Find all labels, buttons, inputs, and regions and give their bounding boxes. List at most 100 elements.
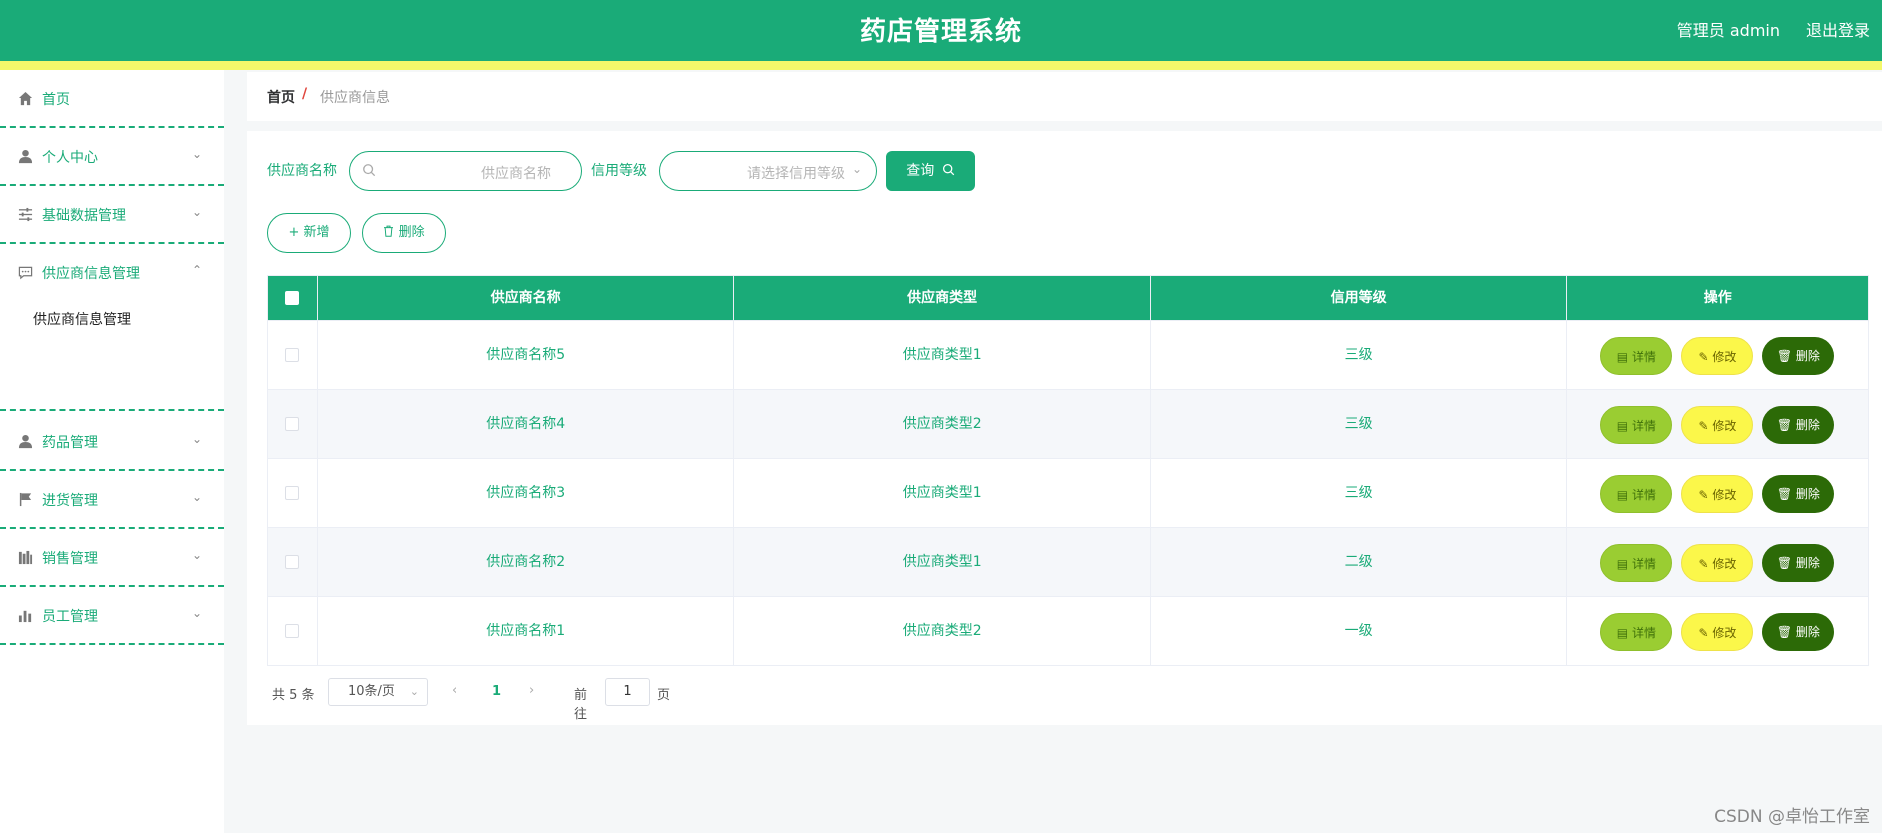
detail-button[interactable]: ▤ 详情 bbox=[1600, 613, 1673, 651]
batch-delete-button[interactable]: 删除 bbox=[362, 213, 446, 253]
supplier-type-cell: 供应商类型1 bbox=[734, 459, 1151, 527]
select-all-cell bbox=[268, 276, 318, 320]
sidebar-item-label: 进货管理 bbox=[42, 493, 98, 509]
credit-level-cell: 三级 bbox=[1151, 390, 1568, 458]
top-bar: 药店管理系统 管理员 admin 退出登录 bbox=[0, 0, 1882, 61]
home-icon bbox=[17, 91, 34, 108]
sidebar-item-supplier[interactable]: 供应商信息管理 ⌃ bbox=[0, 244, 224, 293]
delete-label: 删除 bbox=[1795, 556, 1820, 570]
goto-label: 前往 bbox=[574, 688, 588, 722]
search-icon bbox=[942, 163, 954, 176]
actions-cell: ▤ 详情 ✎ 修改 🗑 删除 bbox=[1567, 459, 1868, 527]
current-user: 管理员 admin bbox=[1676, 21, 1780, 40]
row-checkbox[interactable] bbox=[285, 417, 300, 431]
chevron-down-icon: ⌄ bbox=[851, 162, 862, 176]
sidebar-item-medicine[interactable]: 药品管理 ⌄ bbox=[0, 413, 224, 471]
page-size-select[interactable]: 10条/页 ⌄ bbox=[328, 678, 428, 706]
supplier-type-cell: 供应商类型1 bbox=[734, 528, 1151, 596]
supplier-name-placeholder: 供应商名称 bbox=[481, 166, 551, 182]
breadcrumb-home[interactable]: 首页 bbox=[267, 87, 295, 107]
table-row: 供应商名称5 供应商类型1 三级 ▤ 详情 ✎ 修改 🗑 删除 bbox=[268, 320, 1868, 389]
logout-link[interactable]: 退出登录 bbox=[1806, 17, 1870, 41]
credit-level-cell: 三级 bbox=[1151, 321, 1568, 389]
edit-button[interactable]: ✎ 修改 bbox=[1681, 613, 1754, 651]
page-suffix: 页 bbox=[657, 688, 671, 703]
chevron-down-icon: ⌄ bbox=[409, 685, 419, 698]
sidebar-item-label: 药品管理 bbox=[42, 435, 98, 451]
user-icon bbox=[17, 434, 34, 451]
delete-button[interactable]: 🗑 删除 bbox=[1762, 406, 1835, 444]
goto-page-input[interactable]: 1 bbox=[605, 678, 650, 706]
edit-button[interactable]: ✎ 修改 bbox=[1681, 475, 1754, 513]
supplier-name-input[interactable]: 供应商名称 bbox=[349, 151, 582, 191]
detail-button[interactable]: ▤ 详情 bbox=[1600, 475, 1673, 513]
column-header: 信用等级 bbox=[1151, 276, 1568, 320]
sidebar-item-home[interactable]: 首页 bbox=[0, 70, 224, 128]
detail-button[interactable]: ▤ 详情 bbox=[1600, 406, 1673, 444]
edit-label: 修改 bbox=[1712, 350, 1737, 364]
sidebar-item-label: 供应商信息管理 bbox=[42, 266, 140, 282]
breadcrumb-current: 供应商信息 bbox=[320, 90, 390, 106]
prev-page-icon[interactable]: ‹ bbox=[452, 683, 457, 698]
column-header: 操作 bbox=[1703, 290, 1732, 306]
delete-button[interactable]: 🗑 删除 bbox=[1762, 544, 1835, 582]
table-row: 供应商名称3 供应商类型1 三级 ▤ 详情 ✎ 修改 🗑 删除 bbox=[268, 458, 1868, 527]
add-button[interactable]: + 新增 bbox=[267, 213, 351, 253]
query-button[interactable]: 查询 bbox=[886, 151, 975, 191]
chevron-up-icon: ⌃ bbox=[191, 263, 202, 277]
column-header: 供应商类型 bbox=[734, 276, 1151, 320]
supplier-name-label: 供应商名称 bbox=[267, 163, 337, 179]
chevron-down-icon: ⌄ bbox=[191, 432, 202, 446]
sidebar-subitem-label: 供应商信息管理 bbox=[33, 312, 131, 328]
total-count: 共 5 条 bbox=[272, 688, 315, 703]
page-number[interactable]: 1 bbox=[492, 684, 501, 699]
sidebar-item-label: 个人中心 bbox=[42, 150, 98, 166]
row-checkbox[interactable] bbox=[285, 486, 300, 500]
chevron-down-icon: ⌄ bbox=[191, 548, 202, 562]
detail-button[interactable]: ▤ 详情 bbox=[1600, 337, 1673, 375]
credit-level-label: 信用等级 bbox=[591, 163, 647, 179]
select-all-checkbox[interactable] bbox=[285, 291, 300, 305]
detail-button[interactable]: ▤ 详情 bbox=[1600, 544, 1673, 582]
sidebar: 首页 个人中心 ⌄ 基础数据管理 ⌄ 供应商信息管理 ⌃ 供应商信息管理 药品管… bbox=[0, 70, 224, 833]
sidebar-item-label: 首页 bbox=[42, 92, 70, 108]
chat-icon bbox=[17, 265, 34, 282]
app-title: 药店管理系统 bbox=[859, 17, 1022, 47]
next-page-icon[interactable]: › bbox=[529, 683, 534, 698]
bar-chart-icon bbox=[17, 608, 34, 625]
table-row: 供应商名称2 供应商类型1 二级 ▤ 详情 ✎ 修改 🗑 删除 bbox=[268, 527, 1868, 596]
supplier-type-cell: 供应商类型2 bbox=[734, 390, 1151, 458]
sidebar-subitem-supplier-info[interactable]: 供应商信息管理 bbox=[0, 293, 224, 343]
watermark: CSDN @卓怡工作室 bbox=[1714, 807, 1870, 827]
table-row: 供应商名称1 供应商类型2 一级 ▤ 详情 ✎ 修改 🗑 删除 bbox=[268, 596, 1868, 665]
delete-button[interactable]: 🗑 删除 bbox=[1762, 475, 1835, 513]
edit-button[interactable]: ✎ 修改 bbox=[1681, 544, 1754, 582]
chevron-down-icon: ⌄ bbox=[191, 147, 202, 161]
chevron-down-icon: ⌄ bbox=[191, 205, 202, 219]
edit-label: 修改 bbox=[1712, 557, 1737, 571]
sidebar-item-sales[interactable]: 销售管理 ⌄ bbox=[0, 529, 224, 587]
actions-cell: ▤ 详情 ✎ 修改 🗑 删除 bbox=[1567, 597, 1868, 665]
row-checkbox[interactable] bbox=[285, 555, 300, 569]
user-icon bbox=[17, 149, 34, 166]
sidebar-item-staff[interactable]: 员工管理 ⌄ bbox=[0, 587, 224, 645]
chevron-down-icon: ⌄ bbox=[191, 606, 202, 620]
delete-label: 删除 bbox=[1795, 418, 1820, 432]
sliders-icon bbox=[17, 207, 34, 224]
delete-button[interactable]: 🗑 删除 bbox=[1762, 337, 1835, 375]
supplier-type-cell: 供应商类型2 bbox=[734, 597, 1151, 665]
delete-button[interactable]: 🗑 删除 bbox=[1762, 613, 1835, 651]
add-button-label: 新增 bbox=[303, 225, 330, 240]
supplier-name-cell: 供应商名称3 bbox=[318, 459, 735, 527]
sidebar-item-profile[interactable]: 个人中心 ⌄ bbox=[0, 128, 224, 186]
row-checkbox[interactable] bbox=[285, 348, 300, 362]
sidebar-item-basic-data[interactable]: 基础数据管理 ⌄ bbox=[0, 186, 224, 244]
chevron-down-icon: ⌄ bbox=[191, 490, 202, 504]
credit-level-select[interactable]: 请选择信用等级 ⌄ bbox=[659, 151, 877, 191]
edit-button[interactable]: ✎ 修改 bbox=[1681, 337, 1754, 375]
row-checkbox[interactable] bbox=[285, 624, 300, 638]
sidebar-item-purchase[interactable]: 进货管理 ⌄ bbox=[0, 471, 224, 529]
supplier-type-cell: 供应商类型1 bbox=[734, 321, 1151, 389]
detail-label: 详情 bbox=[1631, 350, 1656, 364]
edit-button[interactable]: ✎ 修改 bbox=[1681, 406, 1754, 444]
